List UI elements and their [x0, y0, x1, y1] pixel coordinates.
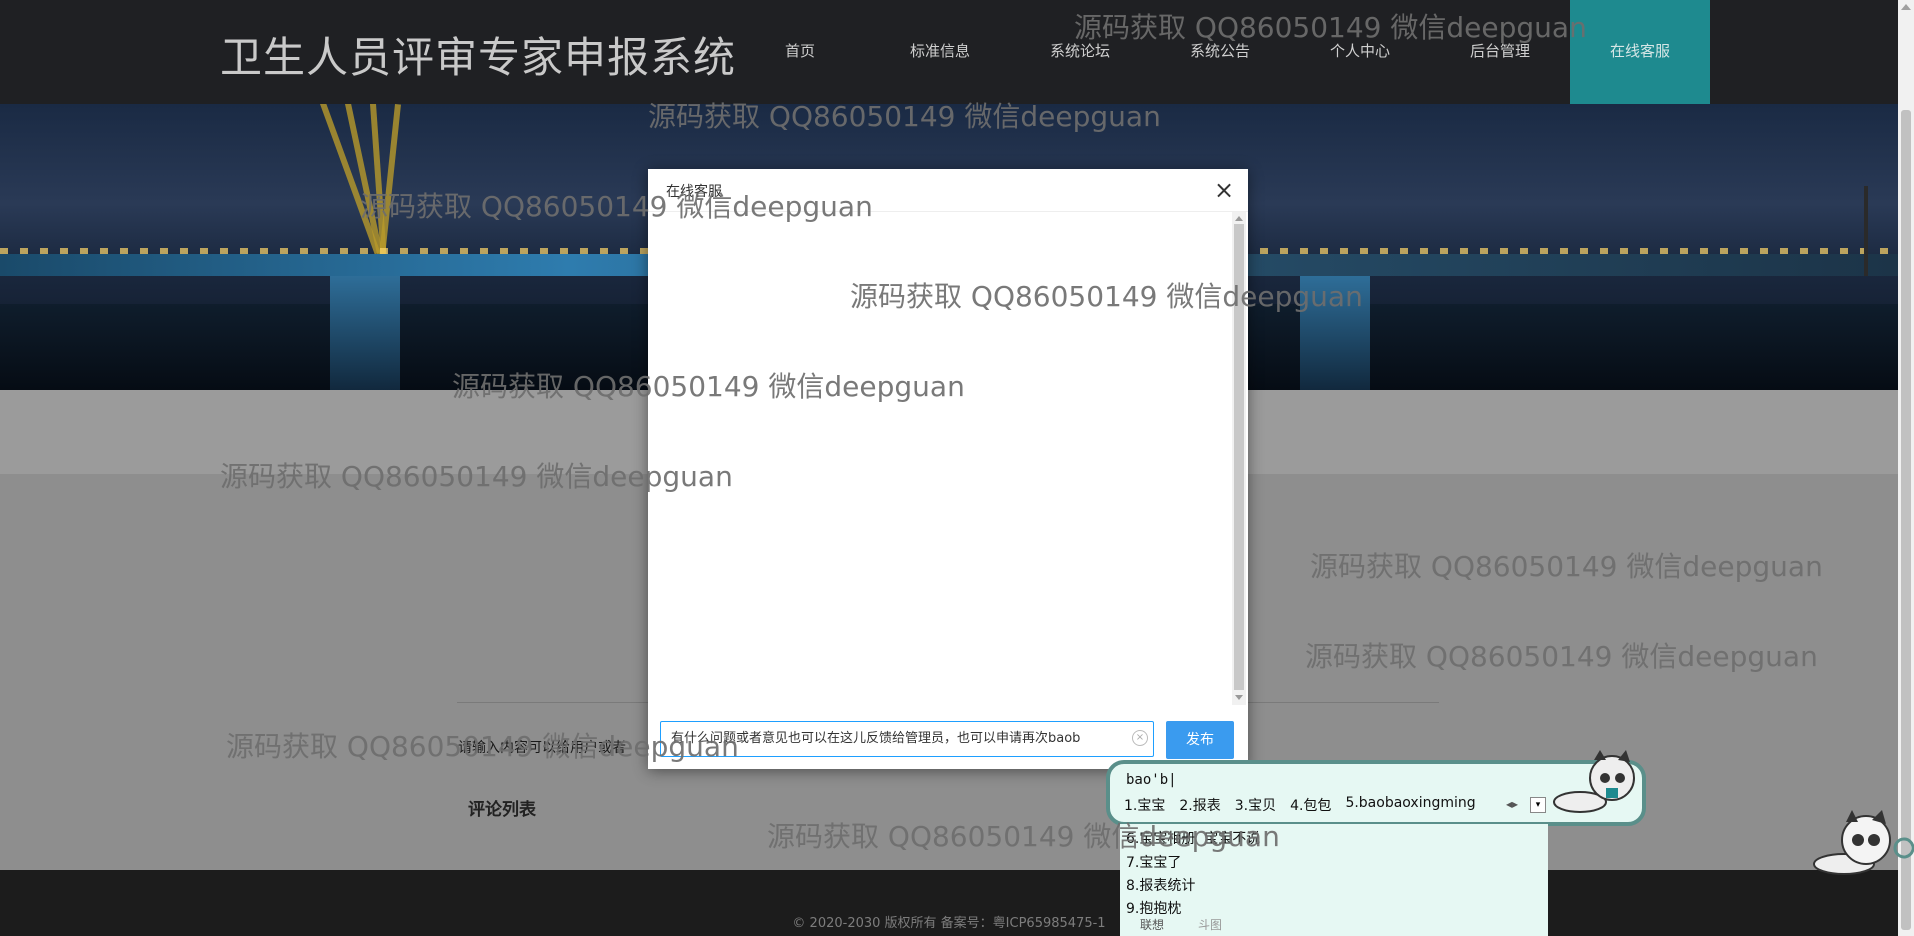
nav-admin[interactable]: 后台管理 [1430, 0, 1570, 104]
close-icon[interactable]: × [1214, 176, 1234, 204]
bridge-cable [378, 104, 401, 264]
ime-candidate[interactable]: 6.宝宝相册 宝宝不说 [1126, 828, 1260, 848]
page-scroll-thumb[interactable] [1901, 110, 1911, 930]
mascot-icon [1553, 750, 1635, 813]
ime-tab-associate[interactable]: 联想 [1140, 916, 1164, 933]
ime-candidate[interactable]: 1.宝宝 [1124, 795, 1165, 815]
scroll-down-icon[interactable] [1235, 695, 1243, 700]
site-title: 卫生人员评审专家申报系统 [220, 33, 737, 82]
dialog-header: 在线客服 × [648, 169, 1248, 212]
chat-message-input[interactable]: 有什么问题或者意见也可以在这儿反馈给管理员，也可以申请再次baob [660, 721, 1154, 757]
mascot-icon [1813, 810, 1914, 875]
main-nav: 首页 标准信息 系统论坛 系统公告 个人中心 后台管理 在线客服 [730, 0, 1710, 104]
nav-announcements[interactable]: 系统公告 [1150, 0, 1290, 104]
nav-online-service[interactable]: 在线客服 [1570, 0, 1710, 104]
watermark: 源码获取 QQ86050149 微信deepguan [1310, 550, 1823, 583]
ime-candidate[interactable]: 9.抱抱枕 [1126, 898, 1181, 918]
ime-candidate[interactable]: 4.包包 [1290, 795, 1331, 815]
watermark: 源码获取 QQ86050149 微信deepguan [1305, 640, 1818, 673]
ime-candidate[interactable]: 3.宝贝 [1235, 795, 1276, 815]
ime-candidate[interactable]: 2.报表 [1179, 795, 1220, 815]
online-service-dialog: 在线客服 × 有什么问题或者意见也可以在这儿反馈给管理员，也可以申请再次baob… [648, 169, 1248, 769]
comment-hint: 请输入内容可以给用户或者 [458, 740, 626, 756]
chat-scrollbar[interactable] [1232, 212, 1246, 705]
publish-button[interactable]: 发布 [1166, 721, 1234, 759]
ime-expand-icon[interactable]: ▾ [1530, 797, 1546, 813]
comment-list-title: 评论列表 [468, 800, 536, 820]
ime-candidate[interactable]: 5.baobaoxingming [1345, 795, 1475, 815]
ime-tab-sticker[interactable]: 斗图 [1198, 916, 1222, 933]
nav-home[interactable]: 首页 [730, 0, 870, 104]
ime-page-arrows-icon[interactable]: ◂▸ [1506, 797, 1518, 811]
bridge-pier [1300, 274, 1370, 390]
nav-standards[interactable]: 标准信息 [870, 0, 1010, 104]
top-navbar: 卫生人员评审专家申报系统 首页 标准信息 系统论坛 系统公告 个人中心 后台管理… [0, 0, 1898, 104]
ime-pinyin: bao'b| [1126, 772, 1177, 788]
clear-icon[interactable]: × [1132, 730, 1148, 746]
chat-messages-area [648, 212, 1231, 705]
ime-candidate[interactable]: 8.报表统计 [1126, 875, 1195, 895]
ime-tabs: 联想 斗图 [1140, 916, 1222, 933]
bridge-pier [330, 274, 400, 390]
nav-personal-center[interactable]: 个人中心 [1290, 0, 1430, 104]
side-widget [1864, 186, 1868, 276]
scroll-up-icon[interactable] [1901, 4, 1911, 10]
copyright: © 2020-2030 版权所有 备案号：粤ICP65985475-1 [792, 916, 1106, 931]
chat-scroll-thumb[interactable] [1234, 224, 1244, 690]
nav-forum[interactable]: 系统论坛 [1010, 0, 1150, 104]
scroll-up-icon[interactable] [1235, 216, 1243, 221]
dialog-title: 在线客服 [666, 184, 722, 200]
ime-candidates: 1.宝宝 2.报表 3.宝贝 4.包包 5.baobaoxingming [1124, 795, 1476, 815]
ime-candidate[interactable]: 7.宝宝了 [1126, 852, 1181, 872]
